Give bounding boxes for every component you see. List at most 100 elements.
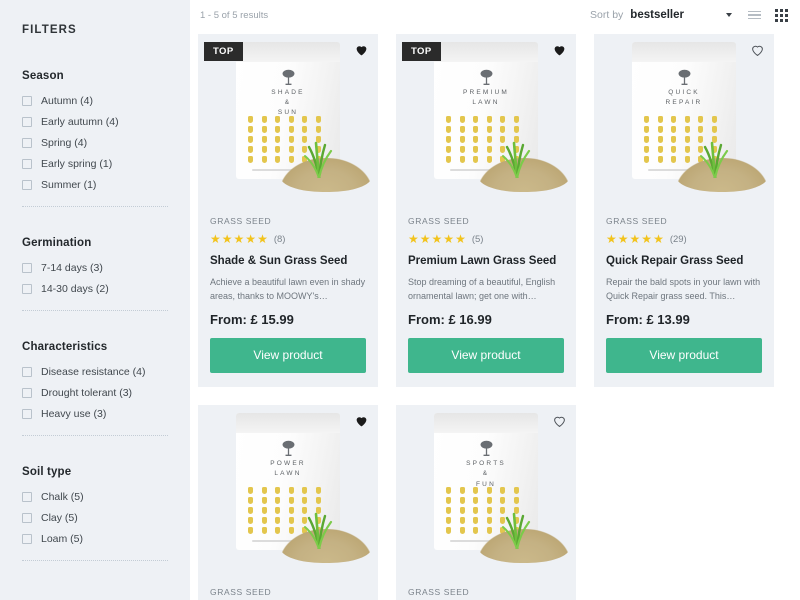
checkbox-icon[interactable] [22, 117, 32, 127]
bag-product-name: POWER LAWN [270, 460, 306, 478]
brand-logo-icon [236, 439, 340, 460]
product-info: GRASS SEED ★ ★ ★ ★ ★ (5) Premium Lawn Grass See… [396, 206, 576, 387]
product-info: GRASS SEED ★ ★ ★ ★ ★ (8) Shade & Sun Grass Seed… [198, 206, 378, 387]
filters-heading: FILTERS [22, 24, 77, 36]
product-listing-page: FILTERS Season Autumn (4) Early autumn (4)… [0, 0, 800, 600]
filter-option[interactable]: Summer (1) [22, 179, 168, 191]
filter-option[interactable]: Early spring (1) [22, 158, 168, 170]
checkbox-icon[interactable] [22, 388, 32, 398]
filter-group-germination: Germination 7-14 days (3) 14-30 days (2) [0, 237, 190, 295]
product-category: GRASS SEED [408, 587, 470, 598]
star-icon: ★ [606, 232, 617, 246]
sort-label: Sort by [590, 9, 624, 21]
product-card[interactable]: TOP SHADE & SUN GRASS SEED ★ ★ ★ ★ ★ (8) Shade & … [198, 34, 378, 388]
checkbox-icon[interactable] [22, 138, 32, 148]
filter-option[interactable]: Early autumn (4) [22, 116, 168, 128]
checkbox-icon[interactable] [22, 409, 32, 419]
checkbox-icon[interactable] [22, 534, 32, 544]
filter-group-title: Characteristics [22, 341, 108, 353]
product-description: Repair the bald spots in your lawn with … [606, 277, 761, 301]
product-title[interactable]: Quick Repair Grass Seed [606, 254, 762, 268]
filter-option-label: Early spring (1) [41, 158, 113, 170]
product-image[interactable]: TOP PREMIUM LAWN [396, 34, 576, 206]
filter-option[interactable]: Drought tolerant (3) [22, 387, 168, 399]
bag-product-name: SPORTS & FUN [466, 460, 506, 488]
checkbox-icon[interactable] [22, 263, 32, 273]
checkbox-icon[interactable] [22, 159, 32, 169]
brand-logo-icon [236, 68, 340, 89]
product-category: GRASS SEED [210, 587, 272, 598]
product-title[interactable]: Shade & Sun Grass Seed [210, 254, 366, 268]
product-card[interactable]: POWER LAWN GRASS SEED★★★★★(27) [198, 405, 378, 600]
review-count: (8) [273, 233, 286, 245]
checkbox-icon[interactable] [22, 180, 32, 190]
product-card[interactable]: QUICK REPAIR GRASS SEED ★ ★ ★ ★ ★ (29) Quick Rep… [594, 34, 774, 388]
filter-group-title: Germination [22, 237, 92, 249]
brand-logo-icon [434, 68, 538, 89]
checkbox-icon[interactable] [22, 513, 32, 523]
product-image[interactable]: QUICK REPAIR [594, 34, 774, 206]
filter-option[interactable]: Chalk (5) [22, 491, 168, 503]
chevron-down-icon[interactable] [726, 13, 732, 17]
filter-option[interactable]: Spring (4) [22, 137, 168, 149]
star-icon: ★ [233, 232, 245, 246]
product-price: From: £ 15.99 [210, 312, 294, 328]
filters-sidebar: FILTERS Season Autumn (4) Early autumn (4)… [0, 0, 190, 600]
filter-group-characteristics: Characteristics Disease resistance (4) Dro… [0, 341, 190, 420]
filter-option[interactable]: Disease resistance (4) [22, 366, 168, 378]
filter-option[interactable]: 7-14 days (3) [22, 262, 168, 274]
rating: ★ ★ ★ ★ ★ (8) [210, 233, 366, 245]
filter-option[interactable]: 14-30 days (2) [22, 283, 168, 295]
view-product-button[interactable]: View product [606, 338, 762, 374]
filter-divider [22, 310, 168, 311]
star-icon: ★ [431, 232, 443, 246]
product-info: GRASS SEED ★ ★ ★ ★ ★ (29) Quick Repair Grass Se… [594, 206, 774, 387]
product-image[interactable]: SPORTS & FUN [396, 405, 576, 578]
checkbox-icon[interactable] [22, 284, 32, 294]
product-card[interactable]: TOP PREMIUM LAWN GRASS SEED ★ ★ ★ ★ ★ (5) Premium… [396, 34, 576, 388]
filter-option-label: Summer (1) [41, 179, 97, 191]
checkbox-icon[interactable] [22, 367, 32, 377]
brand-logo-icon [434, 439, 538, 460]
bag-product-name: QUICK REPAIR [665, 89, 703, 107]
view-product-button[interactable]: View product [408, 338, 564, 374]
filter-option[interactable]: Heavy use (3) [22, 408, 168, 420]
filter-option-label: Spring (4) [41, 137, 88, 149]
filter-option-label: Clay (5) [41, 512, 78, 524]
bag-product-name: SHADE & SUN [271, 89, 305, 117]
filter-option[interactable]: Clay (5) [22, 512, 168, 524]
product-image[interactable]: POWER LAWN [198, 405, 378, 578]
heart-filled-icon[interactable] [355, 414, 368, 432]
product-title[interactable]: Premium Lawn Grass Seed [408, 254, 564, 268]
product-info: GRASS SEED★★★★★(11) [396, 577, 576, 600]
results-count: 1 - 5 of 5 results [200, 9, 269, 21]
star-icon: ★ [245, 232, 257, 246]
heart-filled-icon[interactable] [553, 43, 566, 61]
star-icon: ★ [408, 232, 419, 246]
product-category: GRASS SEED [210, 216, 272, 226]
heart-outline-icon[interactable] [553, 414, 566, 432]
heart-outline-icon[interactable] [751, 43, 764, 61]
grid-view-icon[interactable] [775, 8, 788, 22]
product-image[interactable]: TOP SHADE & SUN [198, 34, 378, 206]
grass-icon [500, 509, 534, 551]
review-count: (29) [669, 233, 687, 245]
star-icon: ★ [210, 232, 221, 246]
filter-option[interactable]: Autumn (4) [22, 95, 168, 107]
sort-select[interactable]: bestseller [630, 9, 684, 21]
star-icon: ★ [443, 232, 455, 246]
bag-product-name: PREMIUM LAWN [462, 89, 510, 107]
brand-logo-icon [632, 68, 736, 89]
product-card[interactable]: SPORTS & FUN GRASS SEED★★★★★(11) [396, 405, 576, 600]
grass-icon [302, 138, 336, 180]
star-icon: ★ [629, 232, 641, 246]
product-price: From: £ 16.99 [408, 312, 492, 328]
checkbox-icon[interactable] [22, 96, 32, 106]
filter-option[interactable]: Loam (5) [22, 533, 168, 545]
checkbox-icon[interactable] [22, 492, 32, 502]
list-view-icon[interactable] [748, 10, 761, 20]
product-description: Stop dreaming of a beautiful, English or… [408, 277, 556, 301]
heart-filled-icon[interactable] [355, 43, 368, 61]
grass-icon [698, 138, 732, 180]
view-product-button[interactable]: View product [210, 338, 366, 374]
